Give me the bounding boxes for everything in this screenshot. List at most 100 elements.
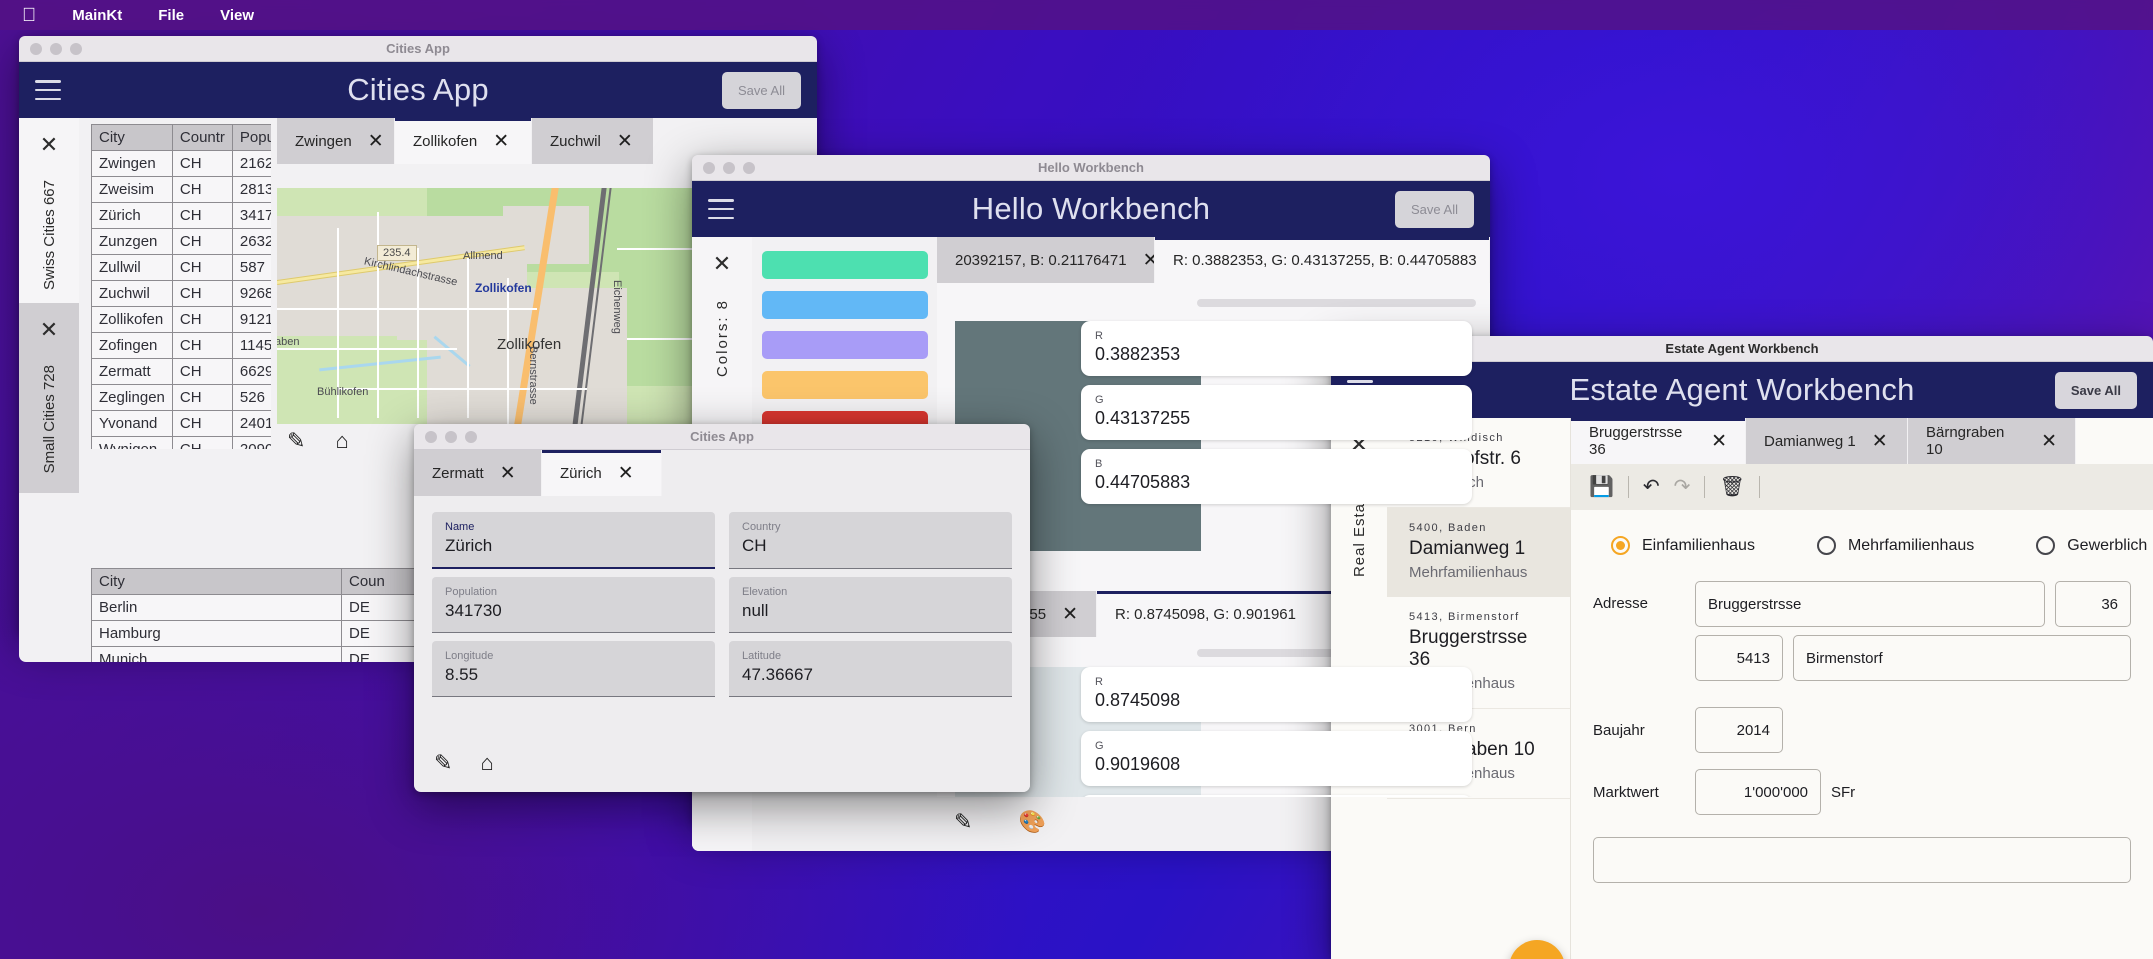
close-icon[interactable]: ✕ [1711, 432, 1727, 451]
tab-damianweg-1[interactable]: Damianweg 1 ✕ [1746, 418, 1908, 464]
menu-item-view[interactable]: View [202, 7, 272, 24]
tab-zurich[interactable]: Zürich ✕ [542, 450, 662, 496]
apple-logo-icon[interactable]:  [0, 6, 54, 25]
radio-einfamilienhaus[interactable]: Einfamilienhaus [1611, 536, 1755, 555]
street-input[interactable]: Bruggerstrsse [1695, 581, 2045, 627]
pencil-icon[interactable]: ✎ [287, 428, 305, 454]
col-city[interactable]: City [91, 124, 173, 151]
cities-tabstrip[interactable]: Zwingen ✕ Zollikofen ✕ Zuchwil ✕ [277, 118, 697, 164]
estate-toolbar[interactable]: 💾 ↶ ↷ 🗑 [1571, 464, 2153, 510]
pencil-icon[interactable]: ✎ [434, 750, 452, 776]
save-all-button[interactable]: Save All [722, 71, 801, 109]
color-swatch[interactable] [761, 371, 928, 399]
hamburger-icon[interactable] [35, 80, 61, 100]
table-row[interactable]: WynigenCH2090 [91, 436, 271, 449]
hello-workbench-titlebar[interactable]: Hello Workbench [692, 155, 1490, 181]
city-detail-form[interactable]: Name Zürich Country CH Population 341730 Eleva… [414, 496, 1030, 697]
side-tab-small-cities[interactable]: ✕ Small Cities 728 [19, 303, 79, 493]
estate-form[interactable]: Adresse Bruggerstrsse 36 5413 Birmenstor… [1571, 555, 2153, 883]
marktwert-input[interactable]: 1'000'000 [1695, 769, 1821, 815]
delete-icon[interactable]: 🗑 [1719, 477, 1744, 497]
close-icon[interactable]: ✕ [1143, 251, 1154, 270]
palette-icon[interactable]: 🎨 [1018, 809, 1045, 835]
baujahr-input[interactable]: 2014 [1695, 707, 1783, 753]
table-row[interactable]: ZofingenCH11451 [91, 332, 271, 359]
tab-zwingen[interactable]: Zwingen ✕ [277, 118, 395, 164]
table-row[interactable]: ZürichCH341730 [91, 202, 271, 229]
tab-color-1[interactable]: 20392157, B: 0.21176471 ✕ [937, 237, 1155, 283]
rgb-field[interactable]: R 0.8745098 [1081, 667, 1472, 722]
radio-circle-icon[interactable] [1816, 536, 1836, 555]
rgb-field[interactable]: R 0.3882353 [1081, 321, 1472, 376]
close-icon[interactable]: ✕ [713, 237, 731, 285]
table-row[interactable]: Munich DE [91, 646, 421, 662]
color-swatch-list[interactable] [752, 251, 937, 451]
save-all-button[interactable]: Save All [1395, 190, 1474, 228]
rgb-field[interactable]: G 0.43137255 [1081, 385, 1472, 440]
table-row[interactable]: Zollikofen CH 9121 [91, 306, 271, 333]
table-row[interactable]: Zunzgen CH 2632 [91, 228, 271, 255]
close-icon[interactable]: ✕ [493, 132, 509, 151]
table-row[interactable]: Zwingen CH 2162 [91, 150, 271, 177]
close-icon[interactable]: ✕ [1062, 605, 1078, 624]
hello-tabstrip-top[interactable]: 20392157, B: 0.21176471 ✕ R: 0.3882353, … [937, 237, 1490, 283]
table-row[interactable]: Berlin DE [91, 594, 421, 621]
swiss-cities-table[interactable]: City Countr Popula ZwingenCH2162ZweisimC… [91, 124, 271, 449]
close-icon[interactable]: ✕ [368, 132, 384, 151]
table-row[interactable]: Yvonand CH 2401 [91, 410, 271, 437]
detail-field[interactable]: Elevation null [729, 577, 1012, 633]
tab-baerngraben-10[interactable]: Bärngraben 10 ✕ [1908, 418, 2076, 464]
close-icon[interactable]: ✕ [617, 132, 633, 151]
radio-gewerblich[interactable]: Gewerblich [2036, 536, 2147, 555]
cities-detail-window[interactable]: Cities App Zermatt ✕ Zürich ✕ Name Zürich… [414, 424, 1030, 792]
save-all-button[interactable]: Save All [2054, 371, 2137, 409]
city-map[interactable]: 235.4 Kirchlindachstrasse Allmend Zollik… [277, 188, 727, 424]
tab-bruggerstrsse-36[interactable]: Bruggerstrsse 36 ✕ [1571, 418, 1746, 464]
menu-item-file[interactable]: File [140, 7, 202, 24]
notes-input[interactable] [1593, 837, 2131, 883]
home-icon[interactable]: ⌂ [335, 428, 348, 454]
side-tab-swiss-cities[interactable]: ✕ Swiss Cities 667 [19, 118, 79, 303]
close-icon[interactable]: ✕ [618, 464, 634, 483]
big-cities-table[interactable]: City Coun BerlinDEHamburgDEMunichDEKölnD… [91, 568, 421, 662]
rgb-field[interactable]: B 0.44705883 [1081, 449, 1472, 504]
tab-zuchwil[interactable]: Zuchwil ✕ [532, 118, 654, 164]
property-type-radio-group[interactable]: Einfamilienhaus Mehrfamilienhaus Gewerblic… [1571, 510, 2153, 555]
close-icon[interactable]: ✕ [2041, 432, 2057, 451]
scrollbar-horizontal[interactable] [1197, 299, 1476, 307]
estate-tabstrip[interactable]: Bruggerstrsse 36 ✕ Damianweg 1 ✕ Bärngra… [1571, 418, 2153, 464]
tab-zermatt[interactable]: Zermatt ✕ [414, 450, 542, 496]
table-row[interactable]: Zweisim CH 2813 [91, 176, 271, 203]
table-row[interactable]: Zermatt CH 6629 [91, 358, 271, 385]
close-icon[interactable]: ✕ [500, 464, 516, 483]
tab-color-2[interactable]: R: 0.3882353, G: 0.43137255, B: 0.447058… [1155, 237, 1490, 283]
save-icon[interactable]: 💾 [1589, 477, 1614, 497]
col-country[interactable]: Countr [171, 124, 233, 151]
zip-input[interactable]: 5413 [1695, 635, 1783, 681]
color-swatch[interactable] [761, 251, 928, 279]
radio-circle-icon[interactable] [2036, 536, 2056, 555]
cities-detail-tabstrip[interactable]: Zermatt ✕ Zürich ✕ [414, 450, 1030, 496]
hamburger-icon[interactable] [708, 199, 734, 219]
undo-icon[interactable]: ↶ [1643, 477, 1660, 497]
table-row[interactable]: Zeglingen CH 526 [91, 384, 271, 411]
color-swatch[interactable] [761, 291, 928, 319]
cities-detail-titlebar[interactable]: Cities App [414, 424, 1030, 450]
close-icon[interactable]: ✕ [1872, 432, 1888, 451]
menu-item-mainkt[interactable]: MainKt [54, 7, 140, 24]
rgb-field[interactable]: B0.9137255 [1081, 795, 1472, 797]
redo-icon[interactable]: ↷ [1674, 477, 1691, 497]
city-input[interactable]: Birmenstorf [1793, 635, 2131, 681]
detail-field[interactable]: Longitude 8.55 [432, 641, 715, 697]
detail-field[interactable]: Latitude 47.36667 [729, 641, 1012, 697]
pencil-icon[interactable]: ✎ [954, 809, 972, 835]
house-number-input[interactable]: 36 [2055, 581, 2131, 627]
big-cities-table-container[interactable]: City Coun BerlinDEHamburgDEMunichDEKölnD… [91, 568, 421, 662]
close-icon[interactable]: ✕ [40, 303, 58, 351]
tab-zollikofen[interactable]: Zollikofen ✕ [395, 118, 532, 164]
detail-field[interactable]: Country CH [729, 512, 1012, 569]
col-country[interactable]: Coun [341, 568, 421, 595]
color-swatch[interactable] [761, 331, 928, 359]
table-row[interactable]: Hamburg DE [91, 620, 421, 647]
detail-field[interactable]: Population 341730 [432, 577, 715, 633]
